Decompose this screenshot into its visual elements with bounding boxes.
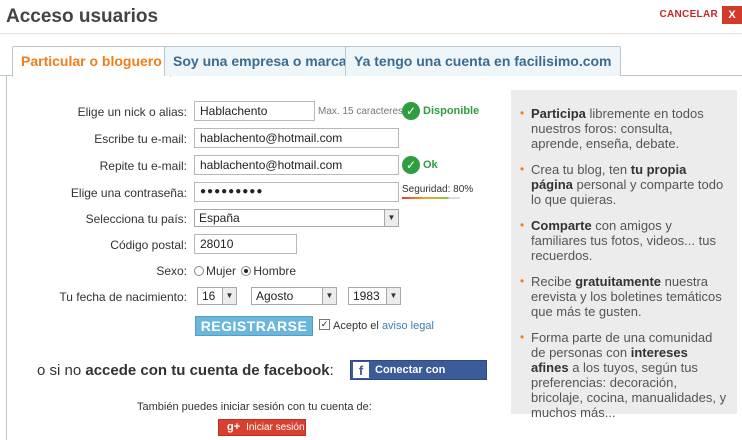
chevron-down-icon: ▼ bbox=[322, 288, 336, 304]
chevron-down-icon: ▼ bbox=[222, 288, 236, 304]
nick-label: Elige un nick o alias: bbox=[77, 105, 187, 119]
legal-prefix: Acepto el bbox=[333, 320, 379, 332]
benefit-item: • Comparte con amigos y familiares tus fo… bbox=[520, 218, 716, 263]
gplus-login-button[interactable]: g+ Iniciar sesión bbox=[218, 419, 306, 436]
facebook-prompt-prefix: o si no bbox=[37, 362, 82, 379]
birth-year-select[interactable]: 1983 ▼ bbox=[348, 287, 401, 305]
nick-input[interactable]: Hablachento bbox=[194, 101, 315, 121]
bullet-icon: • bbox=[520, 106, 525, 120]
email-label: Escribe tu e-mail: bbox=[94, 132, 187, 146]
benefit-item: • Recibe gratuitamente nuestra erevista y… bbox=[520, 274, 722, 319]
tab-particular[interactable]: Particular o bloguero bbox=[12, 46, 171, 77]
birth-year-value: 1983 bbox=[353, 289, 380, 303]
chevron-down-icon: ▼ bbox=[384, 210, 398, 226]
close-icon[interactable]: X bbox=[722, 6, 742, 24]
password-strength-label: Seguridad: 80% bbox=[402, 184, 474, 195]
postal-field[interactable]: 28010 bbox=[194, 234, 297, 254]
header: Acceso usuarios CANCELAR X bbox=[0, 0, 742, 34]
radio-female[interactable] bbox=[194, 266, 204, 276]
tab-existing-account[interactable]: Ya tengo una cuenta en facilisimo.com bbox=[345, 46, 621, 76]
legal-checkbox[interactable]: ✓ bbox=[319, 319, 330, 330]
birth-label: Tu fecha de nacimiento: bbox=[59, 290, 187, 304]
radio-male[interactable] bbox=[241, 266, 252, 276]
benefit-item: • Crea tu blog, ten tu propia página pers… bbox=[520, 162, 724, 207]
check-icon: ✓ bbox=[402, 156, 420, 174]
password-strength-bar bbox=[402, 197, 460, 199]
check-icon: ✓ bbox=[402, 102, 420, 120]
nick-status: Disponible bbox=[423, 105, 480, 117]
benefit-item: • Participa libremente en todos nuestros … bbox=[520, 106, 704, 151]
tab-empresa[interactable]: Soy una empresa o marca bbox=[164, 46, 356, 76]
birth-month-value: Agosto bbox=[256, 289, 294, 303]
bullet-icon: • bbox=[520, 274, 525, 288]
bullet-icon: • bbox=[520, 330, 525, 344]
postal-label: Código postal: bbox=[110, 238, 187, 252]
password-label: Elige una contraseña: bbox=[70, 186, 187, 200]
email-field[interactable]: hablachento@hotmail.com bbox=[194, 128, 399, 148]
chevron-down-icon: ▼ bbox=[386, 288, 400, 304]
birth-day-value: 16 bbox=[202, 289, 216, 303]
gplus-prompt: También puedes iniciar sesión con tu cue… bbox=[137, 401, 372, 413]
facebook-icon: f bbox=[353, 362, 369, 378]
bullet-icon: • bbox=[520, 162, 525, 176]
registration-panel: Elige un nick o alias: Hablachento Max. … bbox=[6, 76, 742, 440]
facebook-prompt: o si no accede con tu cuenta de facebook… bbox=[37, 362, 334, 379]
radio-female-label: Mujer bbox=[206, 264, 237, 278]
facebook-connect-button[interactable]: f Conectar con Facebook bbox=[350, 360, 487, 394]
tab-bar: Particular o bloguero Soy una empresa o … bbox=[0, 46, 742, 77]
register-button[interactable]: REGISTRARSE bbox=[195, 316, 313, 336]
nick-hint: Max. 15 caracteres bbox=[318, 106, 404, 117]
country-value: España bbox=[199, 211, 240, 225]
password-field[interactable]: ●●●●●●●●● bbox=[194, 182, 399, 202]
email-repeat-field[interactable]: hablachento@hotmail.com bbox=[194, 155, 399, 175]
birth-day-select[interactable]: 16 ▼ bbox=[197, 287, 237, 305]
benefit-item: • Forma parte de una comunidad de persona… bbox=[520, 330, 727, 420]
email-repeat-label: Repite tu e-mail: bbox=[99, 159, 187, 173]
radio-male-label: Hombre bbox=[253, 264, 297, 278]
page-title: Acceso usuarios bbox=[6, 6, 159, 27]
bullet-icon: • bbox=[520, 218, 525, 232]
cancel-link[interactable]: CANCELAR bbox=[659, 9, 718, 20]
sex-label: Sexo: bbox=[156, 264, 187, 278]
country-label: Selecciona tu país: bbox=[85, 212, 187, 226]
gplus-button-label: Iniciar sesión bbox=[246, 422, 305, 433]
facebook-prompt-bold: accede con tu cuenta de facebook bbox=[85, 362, 330, 379]
benefits-panel: • Participa libremente en todos nuestros … bbox=[511, 90, 737, 420]
country-select[interactable]: España ▼ bbox=[194, 209, 399, 227]
legal-link[interactable]: aviso legal bbox=[382, 320, 434, 332]
google-plus-icon: g+ bbox=[227, 421, 241, 433]
facebook-prompt-suffix: : bbox=[329, 362, 334, 379]
email-repeat-status: Ok bbox=[423, 159, 438, 171]
sex-radio-group: Mujer Hombre bbox=[194, 264, 296, 278]
birth-month-select[interactable]: Agosto ▼ bbox=[251, 287, 337, 305]
legal-text: Acepto el aviso legal bbox=[333, 320, 434, 332]
